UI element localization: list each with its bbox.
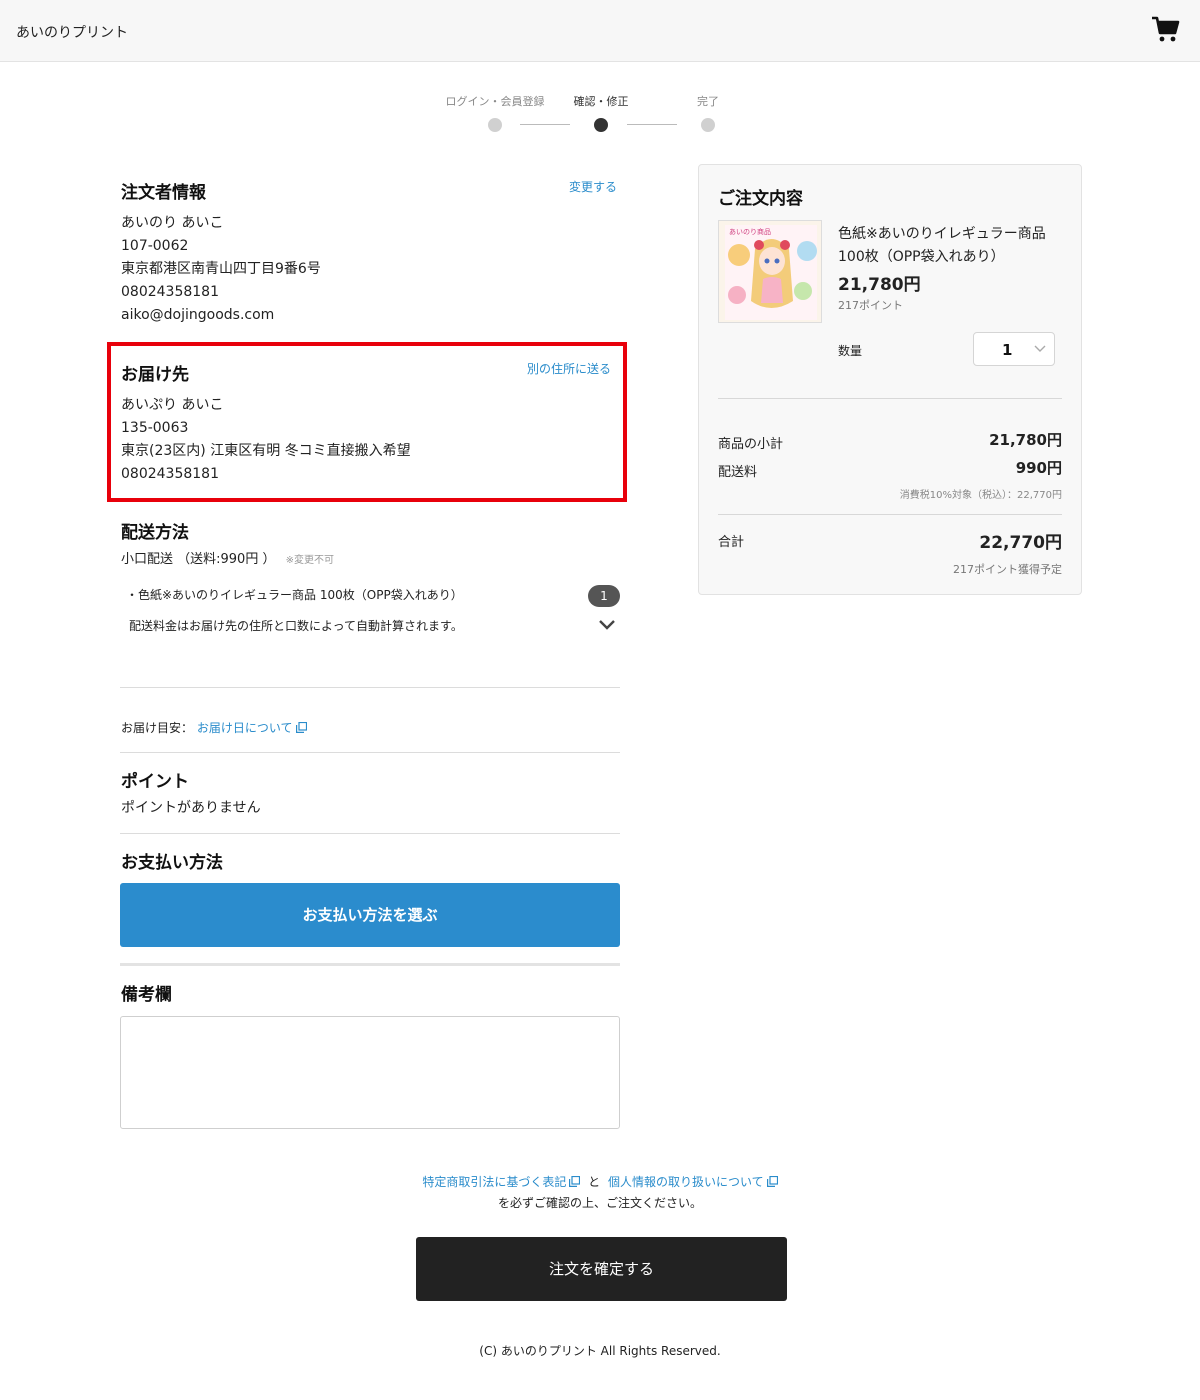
select-payment-button[interactable]: お支払い方法を選ぶ <box>120 883 620 947</box>
shipping-fee-label: 配送料 <box>718 465 758 480</box>
delivery-phone: 08024358181 <box>121 466 219 482</box>
shipping-auto-calc: 配送料金はお届け先の住所と口数によって自動計算されます。 <box>129 619 463 633</box>
step-login-label: ログイン・会員登録 <box>445 95 545 108</box>
privacy-link-text[interactable]: 個人情報の取り扱いについて <box>608 1175 764 1189</box>
chevron-down-icon[interactable] <box>598 618 616 632</box>
shipping-note: ※変更不可 <box>285 555 334 566</box>
orderer-title: 注文者情報 <box>121 183 206 203</box>
eta-link[interactable]: お届け日について <box>197 721 307 735</box>
thumb-caption: あいのり商品 <box>729 227 771 236</box>
shipping-item: ・色紙※あいのりイレギュラー商品 100枚（OPP袋入れあり） <box>126 588 463 602</box>
earn-points: 217ポイント獲得予定 <box>953 563 1062 576</box>
total-value: 22,770円 <box>979 533 1062 553</box>
shipping-fee-value: 990円 <box>1015 459 1062 477</box>
tokusho-link-text[interactable]: 特定商取引法に基づく表記 <box>422 1175 566 1189</box>
product-points: 217ポイント <box>838 299 903 312</box>
legal-links-row: 特定商取引法に基づく表記 と 個人情報の取り扱いについて <box>0 1173 1200 1190</box>
shipping-title: 配送方法 <box>121 523 189 543</box>
divider <box>718 514 1062 515</box>
item-count-badge: 1 <box>588 585 620 607</box>
chevron-down-icon <box>1034 345 1046 352</box>
delivery-address: 東京(23区内) 江東区有明 冬コミ直接搬入希望 <box>121 443 411 459</box>
step-complete-label: 完了 <box>697 95 719 108</box>
subtotal-label: 商品の小計 <box>718 437 784 452</box>
product-image: あいのり商品 <box>719 221 821 322</box>
subtotal-value: 21,780円 <box>989 431 1062 449</box>
external-link-icon <box>766 1176 778 1187</box>
step-confirm-label: 確認・修正 <box>573 95 629 108</box>
privacy-link[interactable]: 個人情報の取り扱いについて <box>608 1175 778 1189</box>
orderer-postal: 107-0062 <box>121 238 189 254</box>
divider <box>120 752 620 753</box>
delivery-title: お届け先 <box>121 365 189 385</box>
divider <box>120 687 620 688</box>
divider <box>120 963 620 966</box>
product-name-line1[interactable]: 色紙※あいのりイレギュラー商品 <box>838 223 1046 246</box>
copyright: (C) あいのりプリント All Rights Reserved. <box>479 1344 721 1358</box>
quantity-label: 数量 <box>838 344 863 358</box>
confirm-order-button[interactable]: 注文を確定する <box>416 1237 787 1301</box>
legal-and: と <box>588 1175 601 1189</box>
quantity-value: 1 <box>1002 341 1013 359</box>
orderer-email: aiko@dojingoods.com <box>121 307 275 323</box>
memo-title: 備考欄 <box>121 985 172 1005</box>
external-link-icon <box>295 722 307 733</box>
product-price: 21,780円 <box>838 275 921 295</box>
step-login-dot <box>488 118 502 132</box>
eta-label: お届け目安： <box>121 721 194 735</box>
total-label: 合計 <box>718 535 745 550</box>
shipping-method-text: 小口配送 （送料:990円 ） <box>121 552 276 567</box>
orderer-name: あいのり あいこ <box>121 215 224 231</box>
orderer-phone: 08024358181 <box>121 284 219 300</box>
external-link-icon <box>569 1176 581 1187</box>
change-orderer-link[interactable]: 変更する <box>569 178 617 195</box>
quantity-select[interactable]: 1 <box>973 332 1055 366</box>
product-name-line2[interactable]: 100枚（OPP袋入れあり） <box>838 246 1005 269</box>
points-text: ポイントがありません <box>121 800 261 816</box>
payment-title: お支払い方法 <box>121 853 223 873</box>
summary-title: ご注文内容 <box>718 189 803 209</box>
delivery-postal: 135-0063 <box>121 420 189 436</box>
shipping-method: 小口配送 （送料:990円 ） ※変更不可 <box>121 548 334 572</box>
store-name[interactable]: あいのりプリント <box>16 22 128 42</box>
tokusho-link[interactable]: 特定商取引法に基づく表記 <box>422 1175 581 1189</box>
cart-icon[interactable] <box>1150 14 1180 44</box>
eta-row: お届け目安： お届け日について <box>121 717 307 740</box>
step-connector <box>627 124 677 125</box>
tax-note: 消費税10%対象（税込）：22,770円 <box>899 490 1062 501</box>
legal-confirm-text: を必ずご確認の上、ご注文ください。 <box>497 1196 702 1210</box>
orderer-address: 東京都港区南青山四丁目9番6号 <box>121 261 321 277</box>
step-connector <box>520 124 570 125</box>
top-bar: あいのりプリント <box>0 0 1200 62</box>
divider <box>718 398 1062 399</box>
alt-address-link[interactable]: 別の住所に送る <box>527 360 611 377</box>
memo-textarea[interactable] <box>120 1016 620 1129</box>
divider <box>120 833 620 834</box>
points-title: ポイント <box>121 772 189 792</box>
product-thumbnail[interactable]: あいのり商品 <box>718 220 822 323</box>
step-complete-dot <box>701 118 715 132</box>
step-confirm-dot <box>594 118 608 132</box>
delivery-name: あいぷり あいこ <box>121 397 224 413</box>
eta-link-text[interactable]: お届け日について <box>197 721 293 735</box>
